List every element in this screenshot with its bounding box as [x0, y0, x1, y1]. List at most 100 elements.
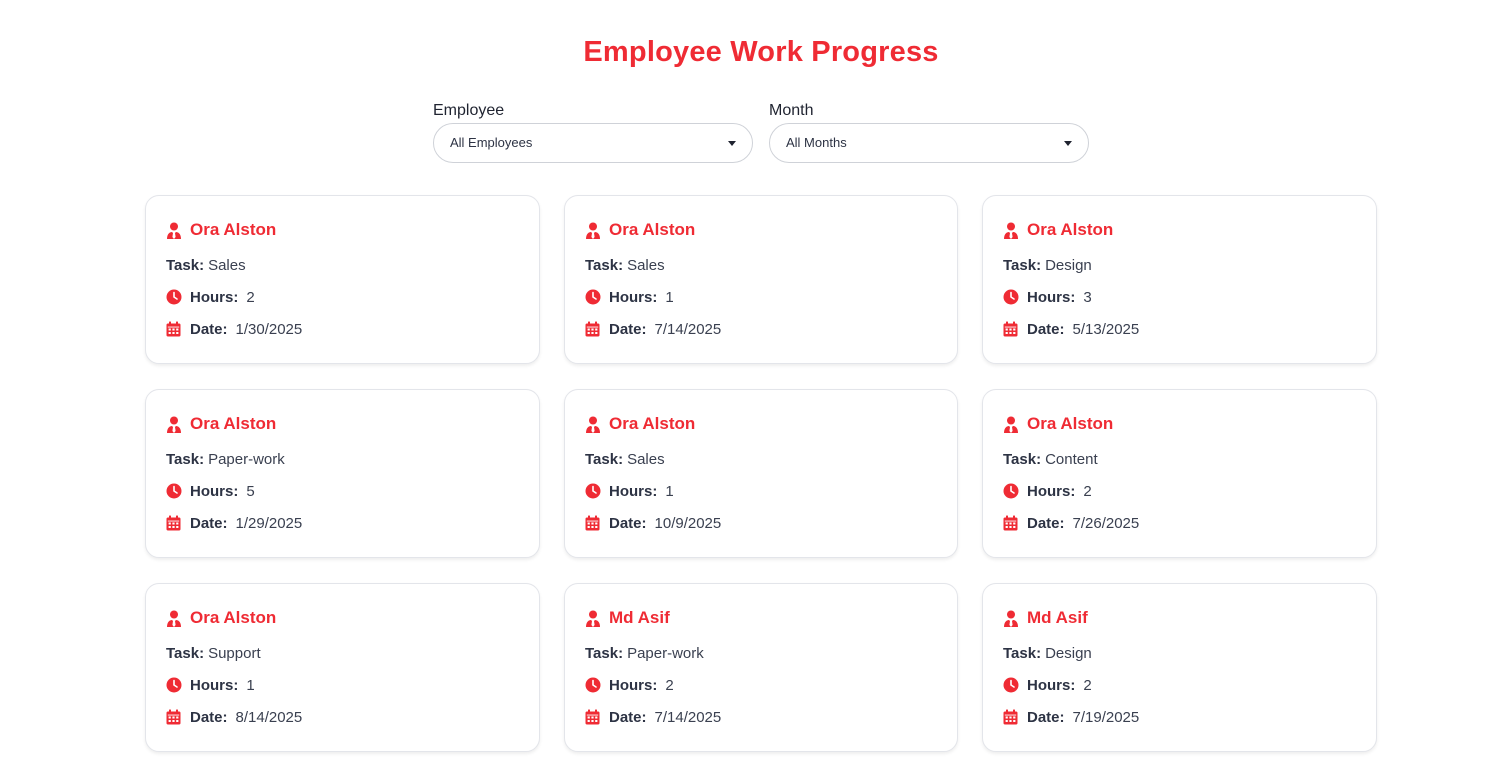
task-label: Task:: [1003, 256, 1042, 274]
date-value: 8/14/2025: [235, 708, 303, 726]
work-card-grid: Ora Alston Task: Sales Hours: 2 Date: 1/30/…: [145, 195, 1377, 752]
calendar-icon: [585, 515, 601, 531]
hours-label: Hours:: [609, 482, 658, 500]
caret-down-icon: [728, 141, 736, 146]
employee-name: Ora Alston: [1027, 414, 1114, 433]
clock-icon: [585, 483, 601, 499]
task-label: Task:: [585, 450, 624, 468]
hours-value: 5: [246, 482, 255, 500]
user-tie-icon: [166, 222, 182, 239]
date-label: Date:: [1027, 320, 1065, 338]
date-label: Date:: [609, 708, 647, 726]
hours-label: Hours:: [190, 482, 239, 500]
clock-icon: [166, 483, 182, 499]
calendar-icon: [166, 321, 182, 337]
work-card: Ora Alston Task: Sales Hours: 1 Date: 10/9/…: [564, 389, 958, 558]
task-value: Content: [1045, 450, 1098, 468]
user-tie-icon: [166, 416, 182, 433]
date-label: Date:: [1027, 708, 1065, 726]
hours-label: Hours:: [609, 288, 658, 306]
employee-select[interactable]: All Employees: [433, 123, 753, 163]
user-tie-icon: [1003, 610, 1019, 627]
task-value: Sales: [208, 256, 246, 274]
date-value: 7/26/2025: [1072, 514, 1140, 532]
task-value: Support: [208, 644, 261, 662]
clock-icon: [1003, 677, 1019, 693]
caret-down-icon: [1064, 141, 1072, 146]
hours-value: 2: [1083, 482, 1092, 500]
hours-value: 1: [665, 288, 674, 306]
month-filter-label: Month: [769, 102, 814, 119]
work-card: Ora Alston Task: Support Hours: 1 Date: 8/1…: [145, 583, 540, 752]
clock-icon: [1003, 483, 1019, 499]
month-select[interactable]: All Months: [769, 123, 1089, 163]
page: Employee Work Progress Employee All Empl…: [0, 0, 1511, 761]
task-label: Task:: [166, 450, 205, 468]
employee-name: Ora Alston: [190, 608, 277, 627]
task-value: Sales: [627, 256, 665, 274]
calendar-icon: [166, 709, 182, 725]
date-label: Date:: [190, 320, 228, 338]
calendar-icon: [1003, 709, 1019, 725]
task-value: Sales: [627, 450, 665, 468]
date-value: 7/14/2025: [654, 320, 722, 338]
month-select-value: All Months: [786, 135, 847, 150]
work-card: Md Asif Task: Design Hours: 2 Date: 7/19/20…: [982, 583, 1377, 752]
hours-label: Hours:: [1027, 288, 1076, 306]
work-card: Ora Alston Task: Paper-work Hours: 5 Date:…: [145, 389, 540, 558]
date-label: Date:: [190, 514, 228, 532]
employee-select-value: All Employees: [450, 135, 533, 150]
work-card: Ora Alston Task: Content Hours: 2 Date: 7/2…: [982, 389, 1377, 558]
employee-name: Md Asif: [609, 608, 670, 627]
user-tie-icon: [1003, 416, 1019, 433]
employee-filter: Employee All Employees: [433, 100, 753, 163]
clock-icon: [1003, 289, 1019, 305]
work-card: Ora Alston Task: Design Hours: 3 Date: 5/13…: [982, 195, 1377, 364]
hours-label: Hours:: [190, 676, 239, 694]
hours-value: 2: [665, 676, 674, 694]
calendar-icon: [166, 515, 182, 531]
user-tie-icon: [585, 222, 601, 239]
employee-name: Ora Alston: [609, 220, 696, 239]
user-tie-icon: [585, 610, 601, 627]
clock-icon: [585, 289, 601, 305]
work-card: Ora Alston Task: Sales Hours: 1 Date: 7/14/…: [564, 195, 958, 364]
employee-name: Ora Alston: [190, 414, 277, 433]
calendar-icon: [1003, 515, 1019, 531]
task-label: Task:: [585, 256, 624, 274]
calendar-icon: [585, 321, 601, 337]
task-label: Task:: [1003, 450, 1042, 468]
hours-value: 2: [1083, 676, 1092, 694]
employee-name: Md Asif: [1027, 608, 1088, 627]
work-card: Ora Alston Task: Sales Hours: 2 Date: 1/30/…: [145, 195, 540, 364]
task-value: Design: [1045, 256, 1092, 274]
filters-bar: Employee All Employees Month All Months: [433, 100, 1089, 163]
date-value: 1/29/2025: [235, 514, 303, 532]
work-card: Md Asif Task: Paper-work Hours: 2 Date: 7/1…: [564, 583, 958, 752]
hours-label: Hours:: [190, 288, 239, 306]
hours-value: 1: [665, 482, 674, 500]
date-label: Date:: [609, 514, 647, 532]
clock-icon: [166, 289, 182, 305]
employee-name: Ora Alston: [1027, 220, 1114, 239]
task-label: Task:: [585, 644, 624, 662]
hours-label: Hours:: [1027, 482, 1076, 500]
user-tie-icon: [1003, 222, 1019, 239]
task-value: Paper-work: [208, 450, 285, 468]
hours-label: Hours:: [609, 676, 658, 694]
clock-icon: [166, 677, 182, 693]
date-label: Date:: [609, 320, 647, 338]
date-value: 10/9/2025: [654, 514, 722, 532]
user-tie-icon: [166, 610, 182, 627]
task-value: Design: [1045, 644, 1092, 662]
hours-value: 2: [246, 288, 255, 306]
date-value: 1/30/2025: [235, 320, 303, 338]
date-value: 7/14/2025: [654, 708, 722, 726]
hours-value: 3: [1083, 288, 1092, 306]
task-label: Task:: [166, 644, 205, 662]
page-title: Employee Work Progress: [583, 36, 939, 68]
task-label: Task:: [1003, 644, 1042, 662]
hours-value: 1: [246, 676, 255, 694]
task-value: Paper-work: [627, 644, 704, 662]
date-value: 5/13/2025: [1072, 320, 1140, 338]
